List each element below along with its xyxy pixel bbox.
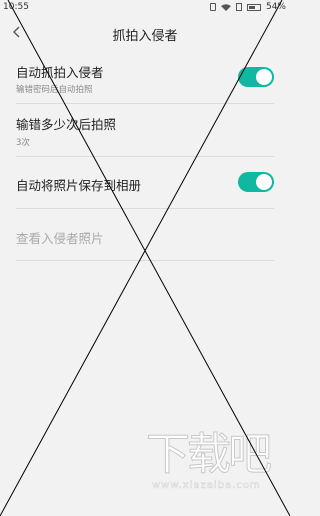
- setting-wrong-attempts[interactable]: 输错多少次后拍照 3次: [16, 104, 274, 157]
- toggle-knob: [256, 69, 272, 85]
- setting-view-photos-label: 查看入侵者照片: [16, 231, 104, 246]
- battery-percent: 54%: [265, 2, 286, 12]
- toggle-knob: [256, 174, 272, 190]
- nav-bar: 抓拍入侵者: [0, 16, 290, 50]
- auto-capture-toggle[interactable]: [238, 67, 274, 87]
- page-title: 抓拍入侵者: [112, 29, 178, 44]
- setting-auto-capture-label: 自动抓拍入侵者: [16, 65, 104, 80]
- wifi-icon: [220, 3, 231, 11]
- watermark-logo: 下载吧: [146, 429, 273, 481]
- setting-auto-capture[interactable]: 自动抓拍入侵者 输错密码后自动拍照: [16, 55, 274, 104]
- setting-auto-capture-description: 输错密码后自动拍照: [16, 85, 93, 95]
- status-time: 10:55: [3, 2, 29, 12]
- setting-wrong-attempts-value: 3次: [16, 138, 30, 148]
- setting-save-to-album[interactable]: 自动将照片保存到相册: [16, 157, 274, 209]
- setting-view-photos[interactable]: 查看入侵者照片: [16, 209, 274, 261]
- setting-save-to-album-label: 自动将照片保存到相册: [16, 178, 142, 193]
- watermark-url: www.xiazaiba.com: [152, 480, 261, 491]
- status-bar: 10:55 54%: [0, 0, 290, 16]
- status-icons: 54%: [209, 2, 286, 12]
- vibrate-icon: [209, 3, 216, 11]
- save-to-album-toggle[interactable]: [238, 172, 274, 192]
- battery-icon: [246, 3, 261, 11]
- watermark: 下载吧 www.xiazaiba.com: [146, 418, 286, 508]
- setting-wrong-attempts-label: 输错多少次后拍照: [16, 117, 117, 132]
- sim-icon: [235, 3, 242, 11]
